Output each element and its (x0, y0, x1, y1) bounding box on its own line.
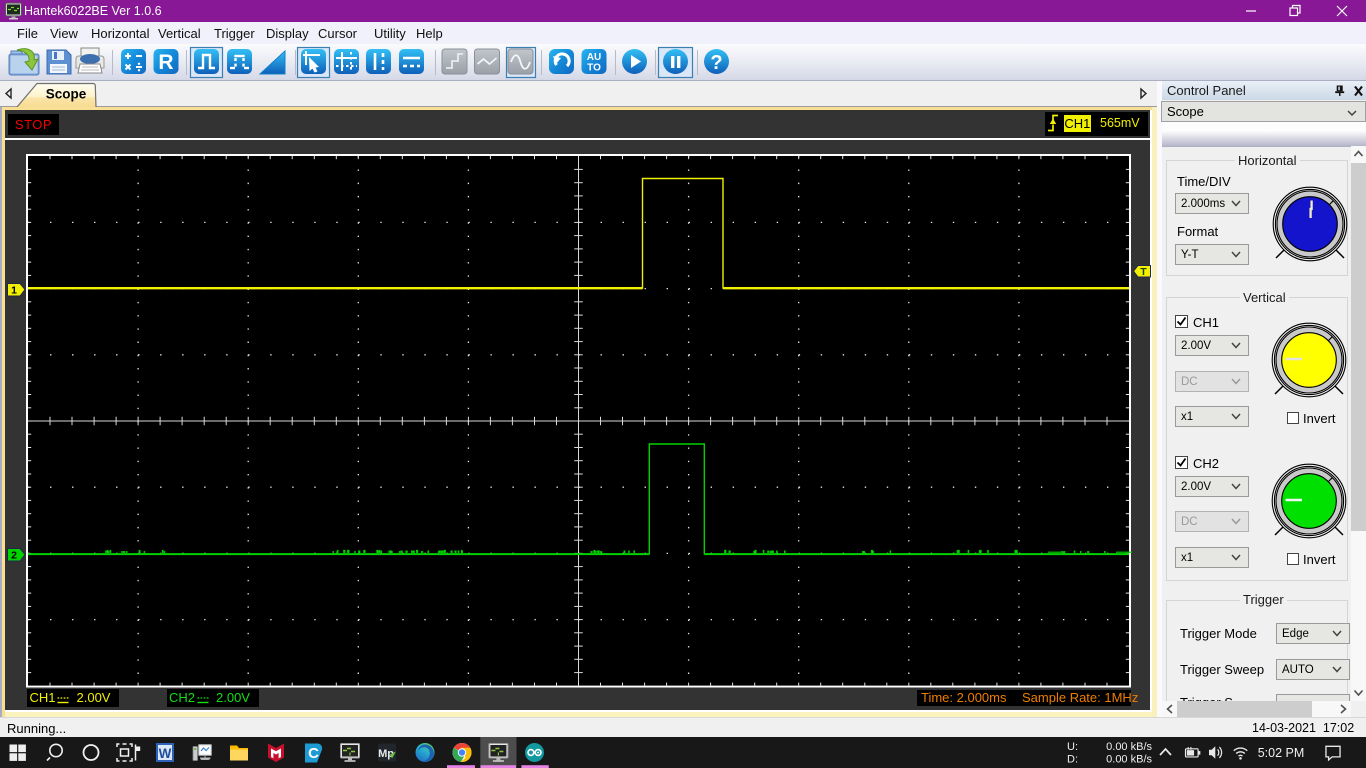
svg-text:5:02 PM: 5:02 PM (1258, 746, 1305, 760)
svg-text:0.00 kB/s: 0.00 kB/s (1106, 741, 1152, 753)
svg-text:R: R (158, 51, 173, 74)
svg-text:D:: D: (1067, 754, 1078, 766)
svg-text:2: 2 (11, 550, 17, 562)
svg-text:TO: TO (587, 63, 601, 74)
svg-text:?: ? (710, 52, 722, 74)
svg-text:1: 1 (11, 285, 17, 297)
svg-text:Scope: Scope (46, 87, 87, 102)
svg-text:W: W (159, 746, 172, 761)
svg-text:C: C (308, 745, 319, 762)
svg-text:0.00 kB/s: 0.00 kB/s (1106, 754, 1152, 766)
svg-text:AU: AU (587, 52, 601, 63)
svg-text:U:: U: (1067, 741, 1078, 753)
svg-text:T: T (1140, 266, 1147, 278)
